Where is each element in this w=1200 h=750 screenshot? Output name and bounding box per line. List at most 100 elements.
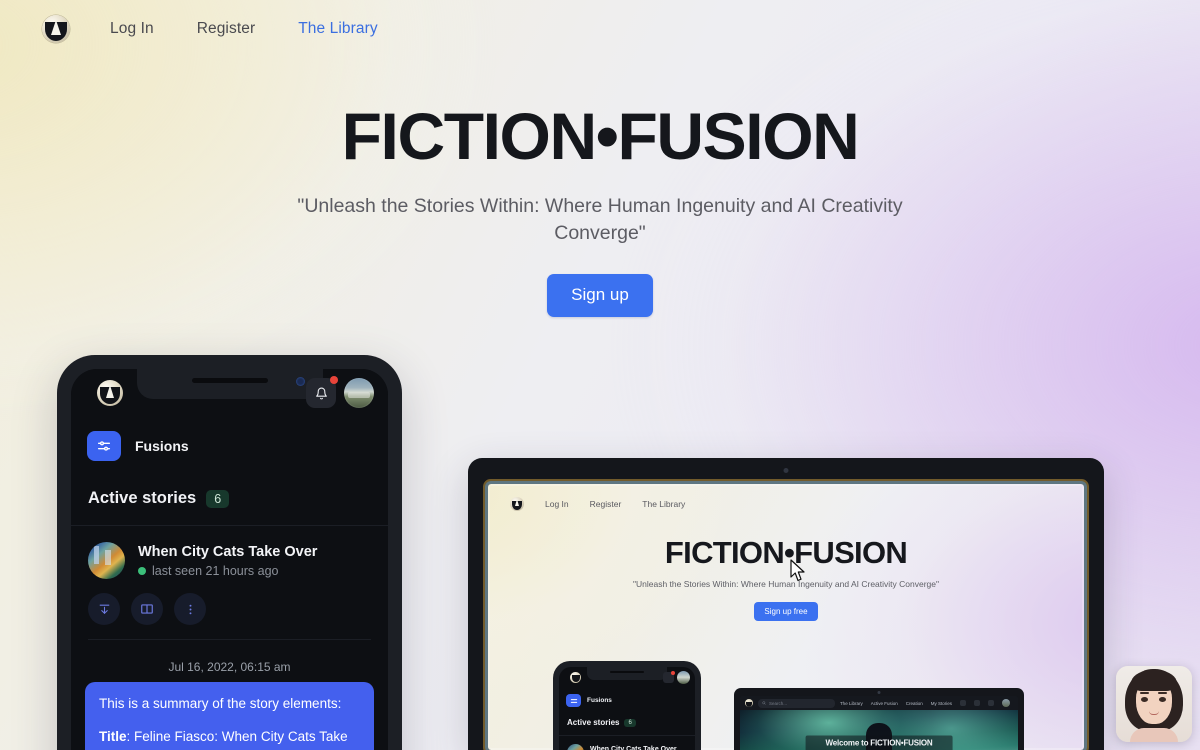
phone-mockup: Fusions Active stories 6 When City Cats … <box>57 355 402 750</box>
nested-app-toolbar: Search... The Library Active Fusion Crea… <box>740 696 1018 710</box>
notification-badge-dot <box>330 376 338 384</box>
avatar-eye-right <box>1159 697 1166 702</box>
story-action-buttons <box>88 593 371 625</box>
nested-laptop-mockup: Search... The Library Active Fusion Crea… <box>734 688 1024 750</box>
nested-phone-speaker <box>610 671 644 673</box>
laptop-top-navigation: Log In Register The Library <box>488 484 1084 511</box>
nested-laptop-camera-icon <box>877 691 881 694</box>
laptop-nav-link-the-library[interactable]: The Library <box>642 499 685 509</box>
notifications-button[interactable] <box>306 376 338 408</box>
page-title: FICTION•FUSION <box>341 99 860 173</box>
nested-nav-creation[interactable]: Creation <box>906 701 923 706</box>
story-avatar <box>88 542 125 579</box>
message-timestamp: Jul 16, 2022, 06:15 am <box>168 660 291 674</box>
nested-active-stories-title: Active stories <box>567 718 620 727</box>
story-text-block: When City Cats Take Over last seen 21 ho… <box>138 543 318 578</box>
story-title: When City Cats Take Over <box>138 543 318 560</box>
laptop-mockup: Log In Register The Library FICTION•FUSI… <box>468 458 1104 750</box>
nested-app-nav: The Library Active Fusion Creation My St… <box>840 699 1013 707</box>
divider <box>88 639 371 640</box>
active-stories-title: Active stories <box>88 489 197 507</box>
phone-notch <box>136 369 323 399</box>
nested-notifications-button[interactable] <box>663 671 675 683</box>
nested-phone-screen: Fusions Active stories 6 When City Cats … <box>559 667 695 750</box>
story-list-item[interactable]: When City Cats Take Over last seen 21 ho… <box>71 526 388 646</box>
download-button[interactable] <box>88 593 120 625</box>
nested-nav-the-library[interactable]: The Library <box>840 701 863 706</box>
nested-story-text-block: When City Cats Take Over last seen 21 ho… <box>590 746 677 750</box>
story-status-text: last seen 21 hours ago <box>152 564 279 579</box>
bell-icon-2[interactable] <box>988 700 994 706</box>
active-stories-header: Active stories 6 <box>71 479 388 526</box>
sign-up-button[interactable]: Sign up <box>547 274 653 317</box>
nested-phone-mockup: Fusions Active stories 6 When City Cats … <box>553 661 701 750</box>
sliders-icon[interactable] <box>87 431 121 461</box>
laptop-sign-up-free-button[interactable]: Sign up free <box>754 601 818 621</box>
nested-avatar-2[interactable] <box>1002 699 1010 707</box>
avatar[interactable] <box>344 378 374 408</box>
search-input[interactable]: Search... <box>758 698 835 708</box>
fusions-label: Fusions <box>135 438 189 454</box>
nested-story-avatar <box>567 744 584 750</box>
nested-fusions-label: Fusions <box>587 697 612 704</box>
laptop-hero-section: FICTION•FUSION "Unleash the Stories With… <box>488 535 1084 621</box>
laptop-page-title: FICTION•FUSION <box>664 535 908 570</box>
search-icon <box>762 701 766 705</box>
laptop-screen: Log In Register The Library FICTION•FUSI… <box>488 484 1084 750</box>
app-logo-icon[interactable] <box>97 380 123 406</box>
nested-hero-image: Welcome to FICTION•FUSION Unleash the St… <box>740 710 1018 750</box>
phone-screen: Fusions Active stories 6 When City Cats … <box>71 369 388 750</box>
nested-story-list-item: When City Cats Take Over last seen 21 ho… <box>559 736 695 750</box>
nav-links: Log In Register The Library <box>110 14 378 44</box>
nav-link-register[interactable]: Register <box>197 14 256 44</box>
nested-nav-active-fusion[interactable]: Active Fusion <box>871 701 898 706</box>
nested-welcome-banner: Welcome to FICTION•FUSION Unleash the St… <box>805 735 953 750</box>
download-icon <box>99 604 109 614</box>
grid-icon[interactable] <box>974 700 980 706</box>
nested-story-title: When City Cats Take Over <box>590 745 677 750</box>
read-button[interactable] <box>131 593 163 625</box>
top-navigation-bar: Log In Register The Library <box>0 0 1200 57</box>
nested-avatar <box>677 671 690 684</box>
message-title-value: : Feline Fiasco: When City Cats Take Ove… <box>99 729 348 750</box>
nested-nav-my-stories[interactable]: My Stories <box>931 701 952 706</box>
nested-phone-notch <box>587 667 667 680</box>
message-line-2: Title: Feline Fiasco: When City Cats Tak… <box>99 727 360 750</box>
chat-message-bubble: This is a summary of the story elements:… <box>85 682 374 750</box>
nested-fusions-header: Fusions <box>559 688 695 713</box>
story-status: last seen 21 hours ago <box>138 564 317 578</box>
phone-speaker <box>191 378 268 383</box>
laptop-hero-subtitle: "Unleash the Stories Within: Where Human… <box>632 579 940 589</box>
presenter-webcam-avatar[interactable] <box>1116 666 1192 742</box>
avatar-body <box>1130 728 1178 742</box>
nav-link-the-library[interactable]: The Library <box>298 14 378 44</box>
nested-app-logo-icon <box>570 672 581 683</box>
more-button[interactable] <box>174 593 206 625</box>
hero-section: FICTION•FUSION "Unleash the Stories With… <box>0 102 1200 317</box>
nav-link-log-in[interactable]: Log In <box>110 14 154 44</box>
laptop-logo-icon[interactable] <box>510 497 524 511</box>
fiction-fusion-logo-icon[interactable] <box>42 14 70 43</box>
nested-laptop-screen: Search... The Library Active Fusion Crea… <box>740 696 1018 750</box>
laptop-nav-link-log-in[interactable]: Log In <box>545 499 569 509</box>
story-header: When City Cats Take Over last seen 21 ho… <box>88 542 371 579</box>
avatar-eye-left <box>1141 697 1148 702</box>
laptop-nav-link-register[interactable]: Register <box>590 499 622 509</box>
nested-sliders-icon <box>566 694 581 707</box>
online-status-dot <box>138 567 146 576</box>
hero-subtitle: "Unleash the Stories Within: Where Human… <box>297 194 903 245</box>
nested-welcome-title: Welcome to FICTION•FUSION <box>825 738 933 747</box>
phone-camera-icon <box>295 377 305 386</box>
message-line-1: This is a summary of the story elements: <box>99 696 342 711</box>
message-title-label: Title <box>99 729 127 745</box>
gear-icon[interactable] <box>960 700 966 706</box>
avatar-eyebrow-right <box>1158 692 1167 694</box>
nested-app-logo-icon-2 <box>745 699 753 707</box>
book-icon <box>141 604 153 614</box>
bell-icon <box>315 387 327 399</box>
avatar-eyebrow-left <box>1140 692 1149 694</box>
avatar-fringe <box>1131 671 1177 691</box>
nested-phone-status-actions <box>663 671 690 684</box>
laptop-camera-icon <box>783 468 789 473</box>
more-vertical-icon <box>189 604 191 614</box>
